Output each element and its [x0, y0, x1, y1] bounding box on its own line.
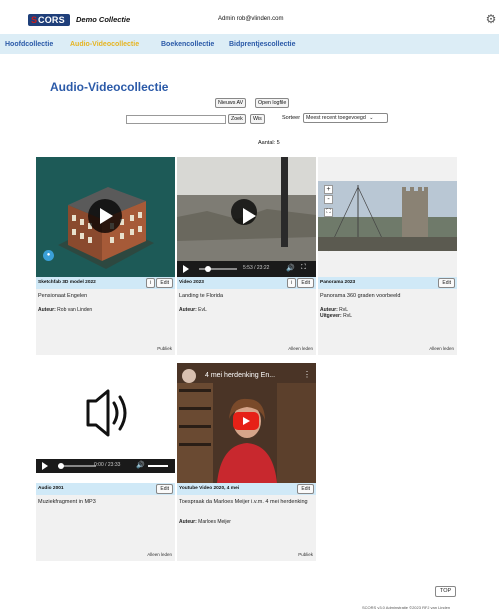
volume-slider[interactable]	[148, 465, 168, 467]
card-panorama: + - ⛶ Panorama 2023 Edit Panorama 360 gr…	[318, 157, 457, 355]
sketchfab-viewer[interactable]: ●	[36, 157, 175, 277]
zoom-in-button[interactable]: +	[324, 185, 333, 194]
edit-button[interactable]: Edit	[156, 484, 173, 494]
volume-icon[interactable]: 🔊	[136, 461, 145, 469]
sort-value: Meest recent toegevoegd	[306, 115, 366, 121]
play-button[interactable]	[183, 265, 189, 273]
play-icon[interactable]	[231, 199, 257, 225]
edit-button[interactable]: Edit	[297, 484, 314, 494]
access-level: Publiek	[157, 346, 172, 351]
access-level: Publiek	[298, 552, 313, 557]
result-count: Aantal: 5	[258, 140, 280, 146]
scors-logo[interactable]: S CORS	[28, 14, 70, 26]
logo-s: S	[31, 15, 38, 25]
card-audio: 0:00 / 23:33 🔊 Audio 2001 Edit Muziekfra…	[36, 363, 175, 561]
card-description: Pensionaat Engelen	[38, 293, 88, 299]
logo-cors: CORS	[38, 15, 65, 25]
author-label: Auteur:	[179, 519, 197, 525]
card-header: Video 2023 i Edit	[177, 277, 316, 289]
clear-button[interactable]: Wis	[250, 114, 265, 124]
nav-bidprentjescollectie[interactable]: Bidprentjescollectie	[229, 41, 296, 48]
play-icon[interactable]	[88, 199, 122, 233]
card-header: Sketchfab 3D model 2022 i Edit	[36, 277, 175, 289]
audio-time: 0:00 / 23:33	[94, 462, 121, 468]
nav-hoofdcollectie[interactable]: Hoofdcollectie	[5, 41, 53, 48]
card-video: 5:53 / 23:22 🔊 ⛶ Video 2023 i Edit Landi…	[177, 157, 316, 355]
fullscreen-icon[interactable]: ⛶	[301, 264, 306, 272]
card-author: Auteur: Marloes Meijer	[179, 519, 231, 525]
card-author: Auteur: EvL	[179, 307, 207, 313]
sort-select[interactable]: Meest recent toegevoegd ⌄	[303, 113, 388, 123]
play-button[interactable]	[42, 462, 48, 470]
gear-icon[interactable]: ⚙	[484, 12, 498, 26]
fullscreen-icon[interactable]: ⛶	[324, 208, 333, 217]
card-sketchfab: ● Sketchfab 3D model 2022 i Edit Pension…	[36, 157, 175, 355]
video-player[interactable]: 5:53 / 23:22 🔊 ⛶	[177, 157, 316, 277]
card-title: Panorama 2023	[320, 280, 356, 285]
publisher-value: RvL	[343, 313, 352, 319]
panorama-image	[318, 181, 457, 252]
card-title: Sketchfab 3D model 2022	[38, 280, 96, 285]
footer-copyright: SCORS v3.0 Adminstratie ©2023 RFJ van Li…	[362, 605, 451, 610]
search-button[interactable]: Zoek	[228, 114, 246, 124]
sketchfab-icon[interactable]: ●	[43, 250, 54, 261]
play-icon	[243, 417, 250, 425]
youtube-video-title[interactable]: 4 mei herdenking En...	[205, 372, 275, 379]
access-level: Alleen leden	[288, 346, 313, 351]
youtube-player[interactable]: 4 mei herdenking En... ⋮	[177, 363, 316, 483]
panorama-viewer[interactable]: + - ⛶	[318, 157, 457, 277]
card-title: Youtube Video 2020, 4 mei	[179, 486, 240, 491]
search-input[interactable]	[126, 115, 226, 124]
more-options-icon[interactable]: ⋮	[303, 370, 311, 379]
edit-button[interactable]: Edit	[438, 278, 455, 288]
channel-avatar[interactable]	[182, 369, 196, 383]
nav-audio-videocollectie[interactable]: Audio-Videocollectie	[70, 41, 139, 48]
card-description: Muziekfragment in MP3	[38, 499, 96, 505]
card-title: Audio 2001	[38, 486, 64, 491]
nav-boekencollectie[interactable]: Boekencollectie	[161, 41, 214, 48]
card-publisher: Uitgever: RvL	[320, 313, 352, 319]
sort-label: Sorteer	[282, 115, 301, 121]
zoom-out-button[interactable]: -	[324, 195, 333, 204]
author-label: Auteur:	[179, 307, 197, 313]
info-icon[interactable]: i	[287, 278, 296, 288]
edit-button[interactable]: Edit	[297, 278, 314, 288]
info-icon[interactable]: i	[146, 278, 155, 288]
app-title: Demo Collectie	[76, 15, 131, 24]
collection-nav: Hoofdcollectie Audio-Videocollectie Boek…	[0, 34, 499, 54]
author-value: Rob van Linden	[57, 307, 93, 313]
new-av-button[interactable]: Nieuws AV	[215, 98, 247, 108]
card-header: Youtube Video 2020, 4 mei Edit	[177, 483, 316, 495]
audio-controls[interactable]: 0:00 / 23:33 🔊	[36, 459, 175, 473]
access-level: Alleen leden	[147, 552, 172, 557]
author-value: EvL	[198, 307, 207, 313]
youtube-play-button[interactable]	[233, 412, 259, 430]
audio-player[interactable]: 0:00 / 23:33 🔊	[36, 363, 175, 483]
top-button[interactable]: TOP	[435, 586, 457, 597]
video-time: 5:53 / 23:22	[243, 265, 270, 271]
author-value: Marloes Meijer	[198, 519, 231, 525]
card-description: Landing te Florida	[179, 293, 224, 299]
access-level: Alleen leden	[429, 346, 454, 351]
publisher-label: Uitgever:	[320, 313, 342, 319]
seek-handle[interactable]	[58, 463, 64, 469]
open-logfile-button[interactable]: Open logfile	[255, 98, 290, 108]
video-controls[interactable]: 5:53 / 23:22 🔊 ⛶	[177, 261, 316, 277]
card-header: Audio 2001 Edit	[36, 483, 175, 495]
card-description: Toespraak da Marloes Meijer i.v.m. 4 mei…	[179, 499, 308, 505]
admin-user: Admin rob@vlinden.com	[218, 16, 284, 22]
card-description: Panorama 360 graden voorbeeld	[320, 293, 401, 299]
edit-button[interactable]: Edit	[156, 278, 173, 288]
card-youtube: 4 mei herdenking En... ⋮ Youtube Video 2…	[177, 363, 316, 561]
card-header: Panorama 2023 Edit	[318, 277, 457, 289]
chevron-down-icon: ⌄	[369, 115, 374, 121]
author-label: Auteur:	[38, 307, 56, 313]
volume-icon[interactable]: 🔊	[286, 264, 295, 272]
seek-handle[interactable]	[205, 266, 211, 272]
top-bar: S CORS Demo Collectie Admin rob@vlinden.…	[0, 0, 499, 34]
card-title: Video 2023	[179, 280, 204, 285]
page-title: Audio-Videocollectie	[50, 80, 169, 94]
card-author: Auteur: Rob van Linden	[38, 307, 92, 313]
